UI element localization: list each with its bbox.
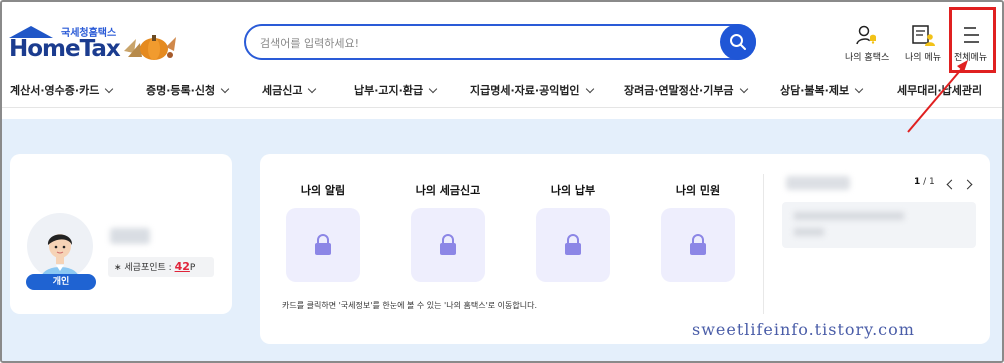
user-bell-icon — [856, 25, 877, 45]
chevron-down-icon — [428, 84, 438, 94]
nav-item-certificate[interactable]: 증명·등록·신청 — [146, 82, 230, 98]
nav-item-invoice[interactable]: 계산서·영수증·카드 — [10, 82, 114, 98]
search-icon — [730, 34, 746, 50]
card-title: 나의 납부 — [550, 184, 596, 197]
points-label: 세금포인트 : — [124, 263, 172, 273]
card-my-alerts[interactable]: 나의 알림 — [278, 182, 368, 282]
user-avatar-icon — [41, 234, 79, 279]
notice-box[interactable] — [782, 202, 976, 248]
user-type-badge: 개인 — [26, 274, 96, 290]
card-my-tax-report[interactable]: 나의 세금신고 — [403, 182, 493, 282]
main-nav: 계산서·영수증·카드 증명·등록·신청 세금신고 납부·고지·환급 지급명세·자… — [2, 72, 1002, 108]
nav-item-label: 증명·등록·신청 — [146, 84, 216, 97]
avatar — [27, 213, 93, 279]
chevron-right-icon[interactable] — [962, 179, 973, 190]
points-unit: P — [189, 263, 196, 273]
lock-icon — [565, 234, 581, 255]
card-box[interactable] — [536, 208, 610, 282]
chevron-down-icon — [739, 84, 748, 94]
cards-note: 카드를 클릭하면 '국세정보'를 한눈에 볼 수 있는 '나의 홈택스'로 이동… — [282, 301, 538, 310]
card-title: 나의 민원 — [675, 184, 721, 197]
my-hometax-button[interactable]: 나의 홈택스 — [845, 22, 889, 63]
hometax-logo[interactable]: 국세청홈택스 HomeTax — [9, 24, 121, 64]
panel-divider — [763, 174, 764, 314]
my-menu-label: 나의 메뉴 — [905, 53, 941, 63]
blurred-username — [110, 228, 150, 244]
my-menu-button[interactable]: 나의 메뉴 — [905, 22, 941, 63]
nav-item-label: 상담·불복·제보 — [780, 84, 850, 97]
my-cards-panel: 나의 알림 나의 세금신고 나의 납부 나의 민원 카드를 클릭하면 '국세정보… — [260, 154, 990, 344]
card-box[interactable] — [286, 208, 360, 282]
chevron-down-icon — [308, 84, 317, 94]
chevron-left-icon[interactable] — [946, 179, 957, 190]
nav-item-label: 세무대리·납세관리 — [897, 84, 983, 97]
nav-item-incentive[interactable]: 장려금·연말정산·기부금 — [624, 82, 748, 98]
pager-counter: 1 / 1 — [914, 177, 935, 187]
card-box[interactable] — [411, 208, 485, 282]
highlight-box — [949, 7, 996, 73]
lock-icon — [315, 234, 331, 255]
card-title: 나의 알림 — [300, 184, 346, 197]
chevron-down-icon — [220, 84, 230, 94]
menu-book-icon — [912, 25, 935, 46]
blurred-notice-title — [786, 176, 850, 190]
points-value[interactable]: 42 — [175, 260, 190, 273]
search-bar — [244, 24, 756, 60]
search-input[interactable] — [260, 33, 700, 53]
screenshot-frame: 국세청홈택스 HomeTax 검색어를 입력하세요! 나의 홈택스 나의 메뉴 … — [0, 0, 1004, 363]
card-box[interactable] — [661, 208, 735, 282]
card-my-payment[interactable]: 나의 납부 — [528, 182, 618, 282]
watermark: sweetlifeinfo.tistory.com — [692, 320, 915, 339]
blurred-notice-line — [794, 212, 904, 220]
nav-item-label: 납부·고지·환급 — [354, 84, 424, 97]
nav-item-label: 장려금·연말정산·기부금 — [624, 84, 734, 97]
chevron-down-icon — [854, 84, 864, 94]
my-hometax-label: 나의 홈택스 — [845, 53, 890, 63]
nav-item-tax-agent[interactable]: 세무대리·납세관리 — [897, 82, 982, 98]
nav-item-label: 지급명세·자료·공익법인 — [470, 84, 580, 97]
nav-item-label: 계산서·영수증·카드 — [10, 84, 100, 97]
pumpkin-decoration-icon — [124, 35, 176, 60]
lock-icon — [690, 234, 706, 255]
card-title: 나의 세금신고 — [415, 184, 481, 197]
pager-current: 1 — [914, 177, 921, 187]
nav-item-payment-statement[interactable]: 지급명세·자료·공익법인 — [470, 82, 594, 98]
pager-total: / 1 — [923, 177, 935, 187]
bullet-icon: ∗ — [114, 263, 125, 273]
nav-item-payment[interactable]: 납부·고지·환급 — [354, 82, 438, 98]
chevron-down-icon — [585, 84, 594, 94]
chevron-down-icon — [105, 84, 114, 94]
search-button[interactable] — [720, 24, 756, 60]
site-header: 국세청홈택스 HomeTax 검색어를 입력하세요! 나의 홈택스 나의 메뉴 … — [2, 2, 1002, 73]
logo-title: HomeTax — [9, 36, 121, 62]
blurred-notice-line — [794, 228, 824, 236]
profile-card: 개인 ∗ 세금포인트 : 42P — [10, 154, 232, 314]
tax-points[interactable]: ∗ 세금포인트 : 42P — [108, 257, 214, 277]
lock-icon — [440, 234, 456, 255]
nav-item-label: 세금신고 — [262, 84, 303, 97]
nav-item-tax-report[interactable]: 세금신고 — [262, 82, 317, 98]
card-my-civil[interactable]: 나의 민원 — [653, 182, 743, 282]
nav-item-consult[interactable]: 상담·불복·제보 — [780, 82, 864, 98]
